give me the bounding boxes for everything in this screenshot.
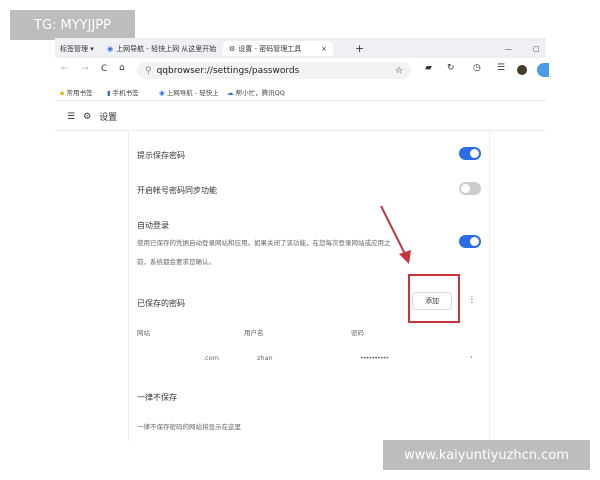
home-icon[interactable]: ⌂: [119, 63, 125, 73]
tab-label: 上网导航 - 轻快上网 从这里开始: [116, 44, 217, 53]
avatar[interactable]: [517, 65, 527, 75]
settings-header: ☰ ⚙ 设置: [55, 103, 546, 131]
tab-bar: 标签管理 ▾ ◉ 上网导航 - 轻快上网 从这里开始 ⚙ 设置 - 密码管理工具 × …: [55, 38, 546, 58]
row-site: .com: [203, 354, 219, 362]
new-tab-button[interactable]: +: [355, 41, 364, 56]
history-icon[interactable]: ◷: [473, 63, 481, 73]
reload-icon[interactable]: C: [101, 64, 107, 74]
column-header-username: 用户名: [244, 329, 264, 337]
watermark-label: TG: MYYJJPP: [10, 10, 135, 40]
toolbar: ← → C ⌂ ⚲ qqbrowser://settings/passwords ☆…: [55, 58, 549, 83]
bookmark-item[interactable]: ▮ 手机书签: [107, 87, 139, 97]
sync-label: 开启帐号密码同步功能: [137, 186, 217, 195]
tab-label: 设置 - 密码管理工具: [238, 44, 302, 53]
row-password: ••••••••••: [360, 354, 389, 362]
back-icon[interactable]: ←: [61, 64, 69, 74]
bookmarks-bar: ▪ 常用书签 ▮ 手机书签 ◉ 上网导航 - 轻快上 ☁ 帮小忙，腾讯QQ: [55, 83, 546, 101]
column-header-site: 网站: [137, 329, 150, 337]
gear-icon: ⚙: [83, 111, 92, 122]
sync-icon[interactable]: ↻: [447, 63, 455, 73]
auto-login-description: 前，系统都会要求您确认。: [137, 258, 215, 266]
forward-icon[interactable]: →: [81, 64, 89, 74]
offer-save-toggle[interactable]: [459, 147, 481, 160]
column-header-password: 密码: [351, 329, 364, 337]
never-save-title: 一律不保存: [137, 393, 177, 402]
tab-navigation[interactable]: ◉ 上网导航 - 轻快上网 从这里开始: [107, 41, 216, 56]
star-icon[interactable]: ☆: [395, 66, 403, 76]
gear-icon: ⚙: [229, 44, 236, 53]
chevron-right-icon[interactable]: ›: [470, 353, 473, 361]
close-icon[interactable]: ×: [321, 45, 327, 53]
bookmark-item[interactable]: ☁ 帮小忙，腾讯QQ: [227, 87, 285, 97]
add-password-button[interactable]: 添加: [412, 292, 452, 310]
bookmark-item[interactable]: ◉ 上网导航 - 轻快上: [159, 87, 219, 97]
tab-group-menu[interactable]: 标签管理 ▾: [60, 41, 94, 56]
sync-toggle[interactable]: [459, 182, 481, 195]
never-save-empty: 一律不保存密码的网站将显示在这里: [137, 423, 241, 431]
qq-icon: ◉: [107, 44, 114, 53]
watermark-url: www.kaiyuntiyuzhcn.com: [383, 440, 590, 470]
saved-passwords-title: 已保存的密码: [137, 299, 185, 308]
minimize-button[interactable]: —: [505, 41, 512, 56]
menu-icon[interactable]: ☰: [67, 112, 75, 122]
url-text: qqbrowser://settings/passwords: [156, 65, 300, 76]
address-bar[interactable]: ⚲ qqbrowser://settings/passwords ☆: [137, 62, 411, 79]
row-username: zhan: [257, 354, 273, 362]
search-icon: ⚲: [145, 65, 152, 76]
red-arrow-annotation: [380, 205, 411, 264]
assistant-icon[interactable]: [537, 63, 549, 77]
page-title: 设置: [99, 113, 118, 123]
extension-icon[interactable]: ▰: [425, 63, 432, 73]
bookmark-item[interactable]: ▪ 常用书签: [60, 87, 92, 97]
tab-settings[interactable]: ⚙ 设置 - 密码管理工具 ×: [223, 41, 333, 56]
auto-login-description: 使用已保存的凭据自动登录网站和应用。如果关闭了该功能，在您每次登录网站或应用之: [137, 239, 391, 247]
maximize-button[interactable]: ▢: [533, 41, 540, 56]
offer-save-label: 提示保存密码: [137, 151, 185, 160]
more-options-icon[interactable]: ⋮: [468, 295, 476, 304]
auto-login-toggle[interactable]: [459, 235, 481, 248]
auto-login-label: 自动登录: [137, 221, 169, 230]
menu-icon[interactable]: ☰: [497, 63, 505, 73]
